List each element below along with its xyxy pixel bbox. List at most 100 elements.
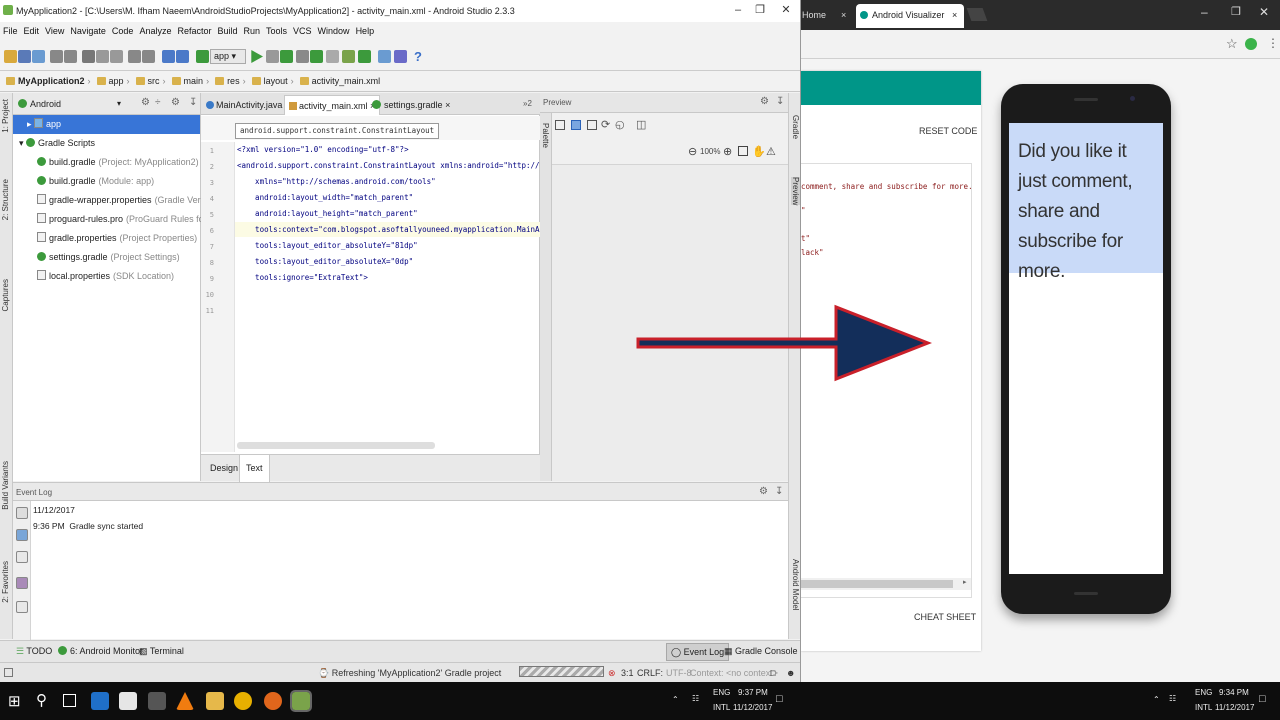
tab-activity-main[interactable]: activity_main.xml × bbox=[284, 95, 381, 115]
file-explorer-icon[interactable] bbox=[206, 692, 224, 710]
network-icon[interactable]: ☷ bbox=[1169, 694, 1176, 703]
xml-breadcrumb[interactable]: android.support.constraint.ConstraintLay… bbox=[235, 123, 440, 139]
menu-code[interactable]: Code bbox=[109, 23, 137, 36]
address-bar[interactable]: ☆ ⋮ bbox=[801, 30, 1280, 59]
todo-button[interactable]: ☰ TODO bbox=[16, 646, 52, 657]
tree-item[interactable]: ▾ Gradle Scripts bbox=[13, 134, 200, 153]
open-icon[interactable] bbox=[4, 50, 17, 63]
save-icon[interactable] bbox=[18, 50, 31, 63]
tree-item[interactable]: gradle.properties (Project Properties) bbox=[13, 229, 200, 248]
chevron-right-icon[interactable]: ▸ bbox=[27, 119, 34, 129]
reset-code-button[interactable]: RESET CODE bbox=[919, 126, 977, 136]
hide-icon[interactable]: ↧ bbox=[775, 486, 783, 497]
terminal-button[interactable]: ▧ Terminal bbox=[139, 646, 184, 657]
horizontal-scrollbar[interactable]: ▸ bbox=[801, 578, 971, 590]
forward-icon[interactable] bbox=[176, 50, 189, 63]
gear-icon[interactable]: ⚙ bbox=[759, 486, 768, 497]
tab-settings-gradle[interactable]: settings.gradle × bbox=[368, 95, 454, 115]
maximize-button[interactable]: ❐ bbox=[1231, 5, 1241, 18]
tool-captures[interactable]: Captures bbox=[1, 279, 10, 311]
settings-icon[interactable] bbox=[16, 507, 28, 519]
sync-icon[interactable]: ⚙ bbox=[141, 97, 150, 108]
zoom-in-icon[interactable]: ⊕ bbox=[723, 145, 732, 158]
menu-analyze[interactable]: Analyze bbox=[136, 23, 174, 36]
firefox-icon[interactable] bbox=[264, 692, 282, 710]
replace-icon[interactable] bbox=[142, 50, 155, 63]
tool-favorites[interactable]: 2: Favorites bbox=[1, 561, 10, 603]
collapse-icon[interactable]: ÷ bbox=[155, 97, 161, 108]
chrome-icon[interactable] bbox=[234, 692, 252, 710]
tool-build-variants[interactable]: Build Variants bbox=[1, 461, 10, 510]
both-icon[interactable] bbox=[587, 120, 597, 130]
gradle-console-button[interactable]: ▦ Gradle Console bbox=[724, 646, 798, 657]
gear-icon[interactable]: ⚙ bbox=[171, 97, 180, 108]
tree-item[interactable]: ▸ app bbox=[13, 115, 200, 134]
run-icon[interactable] bbox=[251, 50, 263, 63]
project-view-select[interactable]: Android bbox=[30, 99, 61, 109]
warning-icon[interactable]: ⚠ bbox=[766, 145, 776, 158]
tool-project[interactable]: 1: Project bbox=[1, 99, 10, 133]
tab-design[interactable]: Design bbox=[204, 455, 244, 482]
device-icon[interactable]: ◵ bbox=[615, 118, 625, 131]
menu-window[interactable]: Window bbox=[315, 23, 353, 36]
paste-icon[interactable] bbox=[110, 50, 123, 63]
chevron-down-icon[interactable]: ▾ bbox=[117, 99, 121, 108]
notifications-icon[interactable]: □ bbox=[776, 693, 783, 705]
undo-icon[interactable] bbox=[50, 50, 63, 63]
breadcrumb-item[interactable]: src › bbox=[130, 76, 166, 86]
close-button[interactable]: ✕ bbox=[779, 3, 793, 17]
cancel-progress-icon[interactable]: ⊗ bbox=[608, 668, 616, 679]
breadcrumb-item[interactable]: main › bbox=[166, 76, 209, 86]
instant-run-icon[interactable] bbox=[266, 50, 279, 63]
make-icon[interactable] bbox=[196, 50, 209, 63]
hide-icon[interactable]: ↧ bbox=[776, 96, 784, 107]
android-studio-taskbar-icon[interactable] bbox=[290, 690, 312, 712]
avd-manager-icon[interactable] bbox=[342, 50, 355, 63]
help-icon[interactable]: ? bbox=[414, 49, 422, 64]
breadcrumb-item[interactable]: layout › bbox=[246, 76, 294, 86]
context-label[interactable]: Context: <no context> bbox=[690, 668, 778, 678]
find-icon[interactable] bbox=[128, 50, 141, 63]
attach-icon[interactable] bbox=[296, 50, 309, 63]
menu-vcs[interactable]: VCS bbox=[290, 23, 315, 36]
android-monitor-button[interactable]: 6: Android Monitor bbox=[58, 646, 143, 656]
close-button[interactable]: ✕ bbox=[1259, 5, 1269, 19]
close-icon[interactable]: × bbox=[445, 100, 450, 110]
hide-icon[interactable]: ↧ bbox=[189, 97, 197, 108]
extension-icon[interactable] bbox=[1245, 38, 1257, 50]
inspector-icon[interactable]: ☻ bbox=[786, 668, 795, 678]
line-separator[interactable]: CRLF: bbox=[637, 668, 663, 678]
layout-toggle-icon[interactable] bbox=[4, 668, 13, 677]
minimize-button[interactable]: – bbox=[1201, 5, 1208, 19]
design-surface-icon[interactable] bbox=[555, 120, 565, 130]
redo-icon[interactable] bbox=[64, 50, 77, 63]
menu-help[interactable]: Help bbox=[353, 23, 378, 36]
tree-item[interactable]: build.gradle (Module: app) bbox=[13, 172, 200, 191]
menu-build[interactable]: Build bbox=[214, 23, 240, 36]
run-config-select[interactable]: app ▾ bbox=[210, 49, 246, 64]
task-view-icon[interactable] bbox=[63, 694, 76, 707]
network-icon[interactable]: ☷ bbox=[692, 694, 699, 703]
caret-position[interactable]: 3:1 bbox=[621, 668, 634, 678]
lock-icon[interactable]: □ bbox=[770, 668, 775, 678]
mail-icon[interactable] bbox=[148, 692, 166, 710]
chevron-down-icon[interactable]: ▾ bbox=[19, 138, 26, 148]
clock-time[interactable]: 9:34 PM bbox=[1219, 688, 1249, 697]
gradle-sync-icon[interactable] bbox=[378, 50, 391, 63]
tool-android-model[interactable]: Android Model bbox=[791, 559, 800, 611]
file-encoding[interactable]: UTF-8 bbox=[666, 668, 692, 678]
clock-time[interactable]: 9:37 PM bbox=[738, 688, 768, 697]
store-icon[interactable] bbox=[119, 692, 137, 710]
menu-tools[interactable]: Tools bbox=[263, 23, 290, 36]
maximize-button[interactable]: ❐ bbox=[753, 3, 767, 17]
event-log-button[interactable]: ◯ Event Log bbox=[666, 643, 730, 661]
zoom-fit-icon[interactable] bbox=[738, 146, 748, 156]
more-tabs[interactable]: »2 bbox=[523, 99, 532, 108]
android-icon[interactable] bbox=[310, 50, 323, 63]
tool-gradle[interactable]: Gradle bbox=[791, 115, 800, 139]
tab-text[interactable]: Text bbox=[239, 455, 270, 482]
pan-icon[interactable]: ✋ bbox=[752, 145, 766, 158]
layout-variants-icon[interactable]: ◫ bbox=[636, 118, 646, 131]
tab-android-visualizer[interactable]: Android Visualizer × bbox=[856, 4, 964, 28]
tool-preview[interactable]: Preview bbox=[791, 177, 800, 206]
